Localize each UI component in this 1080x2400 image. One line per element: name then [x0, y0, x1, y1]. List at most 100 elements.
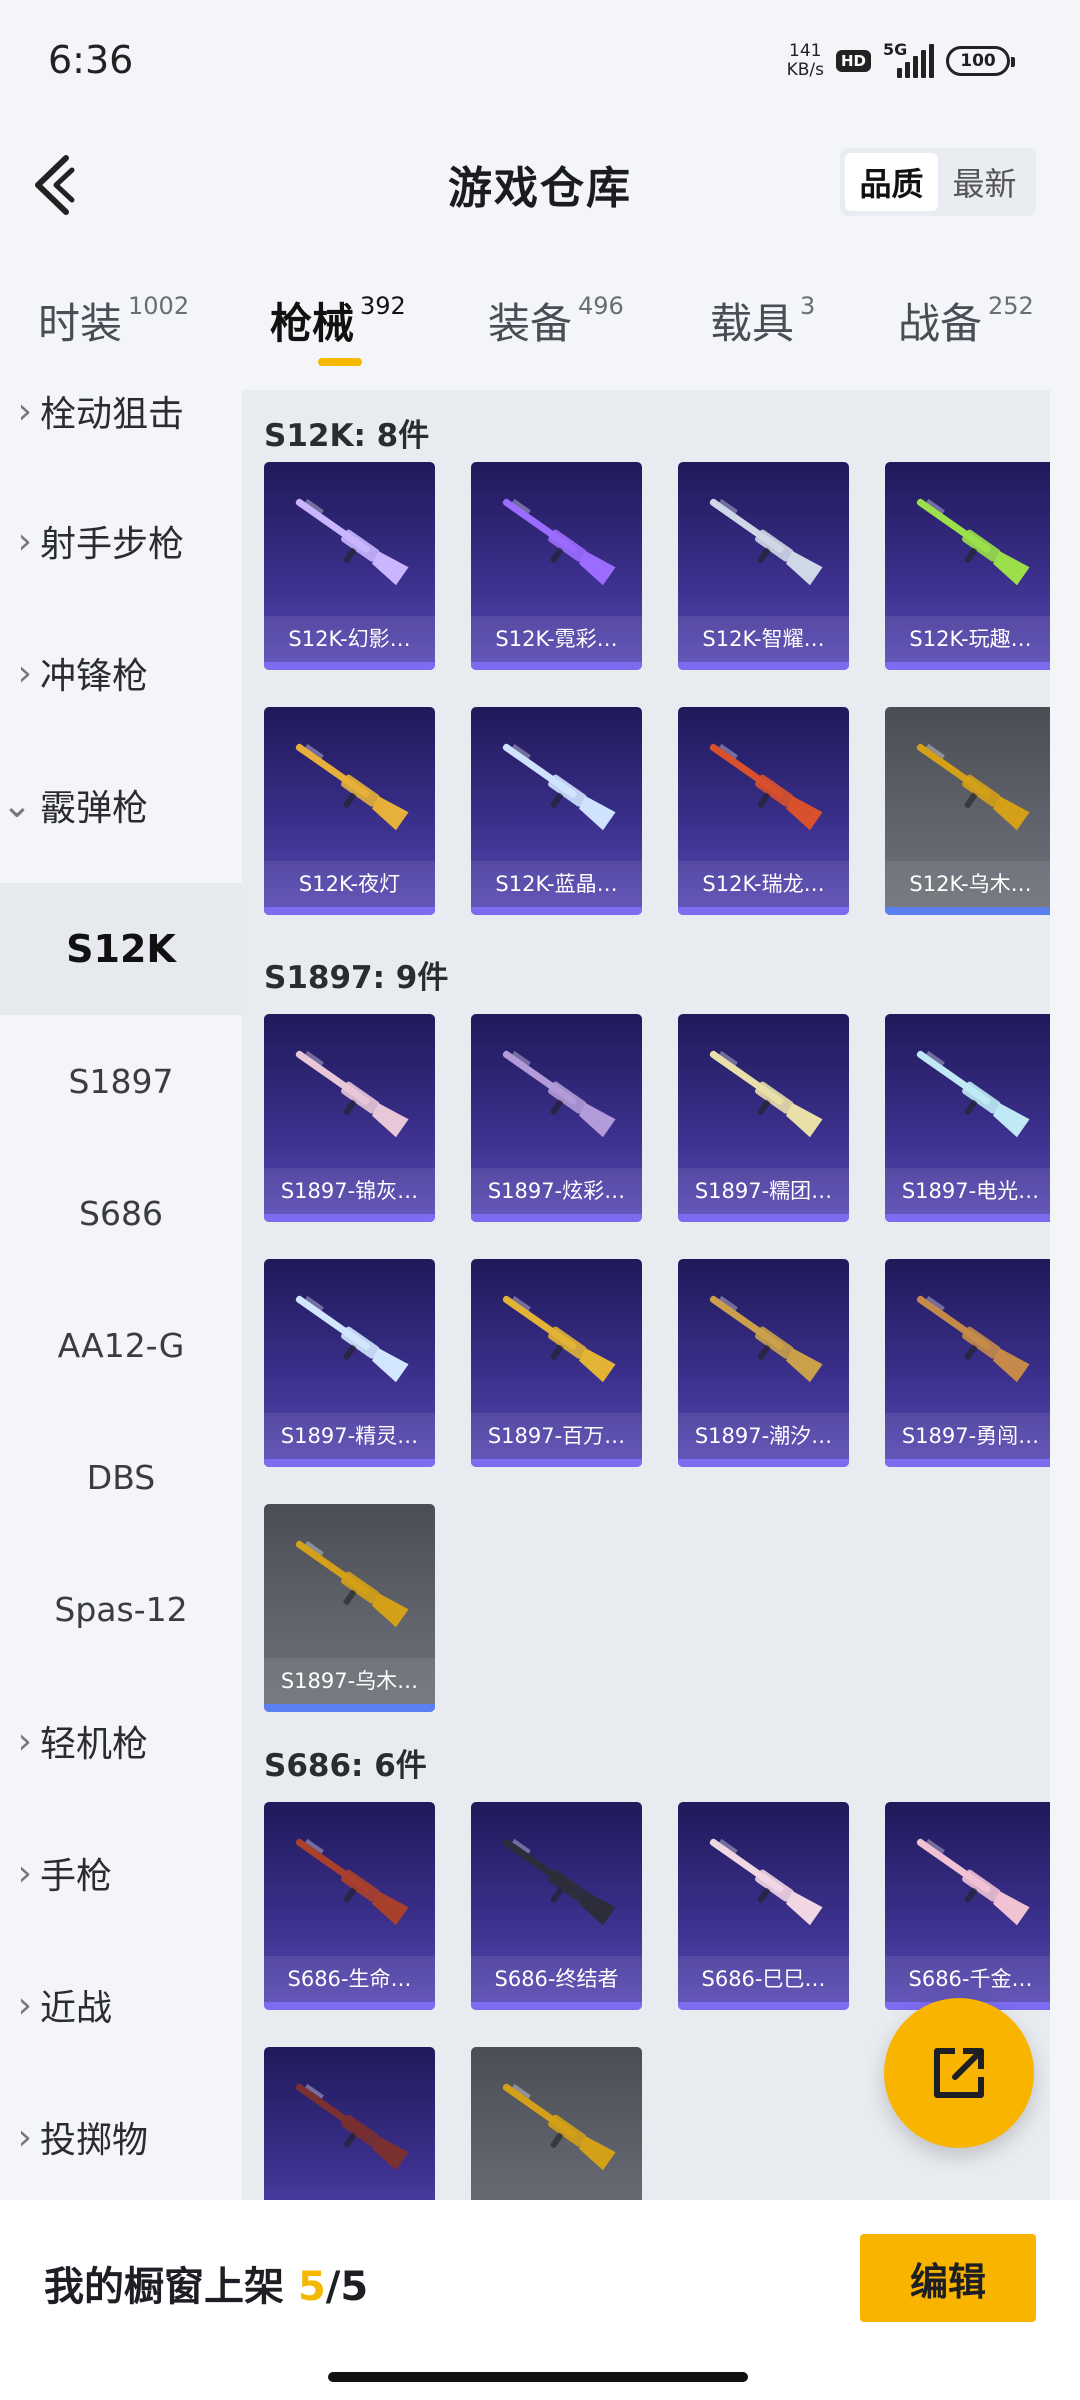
shotgun-icon: [709, 1050, 823, 1138]
weapon-card[interactable]: S12K-瑞龙…: [678, 707, 849, 915]
sidebar-subitem-s686[interactable]: S686: [0, 1147, 242, 1279]
weapon-card[interactable]: S12K-蓝晶…: [471, 707, 642, 915]
sidebar-item-marksman-rifle[interactable]: › 射手步枪: [0, 475, 242, 607]
bottom-bar: 我的橱窗上架 5/5 编辑: [0, 2200, 1080, 2400]
shotgun-icon: [295, 2083, 409, 2171]
weapon-card[interactable]: S1897-炫彩…: [471, 1014, 642, 1222]
chevron-right-icon: ›: [17, 390, 32, 432]
section-title-s686: S686: 6件: [264, 1748, 427, 1784]
weapon-card[interactable]: S1897-电光…: [885, 1014, 1050, 1222]
status-icons: 141 KB/s HD 5G 100: [787, 40, 1015, 80]
chevron-right-icon: ›: [17, 1984, 32, 2026]
sort-toggle[interactable]: 品质 最新: [840, 148, 1036, 216]
sidebar: › 栓动狙击 › 射手步枪 › 冲锋枪 ⌄ 霰弹枪 S12K S1897 S68…: [0, 375, 242, 2200]
weapon-card[interactable]: S686-生命…: [264, 1802, 435, 2010]
weapon-card[interactable]: S1897-乌木…: [264, 1504, 435, 1712]
weapon-name: S1897-电光…: [885, 1168, 1050, 1214]
weapon-card[interactable]: S12K-霓彩…: [471, 462, 642, 670]
weapon-name: S1897-百万…: [471, 1413, 642, 1459]
weapon-card[interactable]: S1897-糯团…: [678, 1014, 849, 1222]
rarity-bar: [471, 1214, 642, 1222]
tab-equipment[interactable]: 装备 496: [488, 290, 624, 351]
weapon-card[interactable]: S1897-锦灰…: [264, 1014, 435, 1222]
chevron-right-icon: ›: [17, 1852, 32, 1894]
weapon-card[interactable]: [264, 2047, 435, 2200]
sidebar-item-melee[interactable]: › 近战: [0, 1939, 242, 2071]
shotgun-icon: [295, 743, 409, 831]
sidebar-subitem-aa12g[interactable]: AA12-G: [0, 1279, 242, 1411]
showcase-status: 我的橱窗上架 5/5: [44, 2264, 369, 2310]
weapon-card[interactable]: S1897-百万…: [471, 1259, 642, 1467]
sidebar-subitem-s12k[interactable]: S12K: [0, 883, 242, 1015]
section-title-s12k: S12K: 8件: [264, 418, 430, 454]
weapon-name: S12K-霓彩…: [471, 616, 642, 662]
rarity-bar: [264, 1214, 435, 1222]
shotgun-icon: [709, 1838, 823, 1926]
sidebar-subitem-dbs[interactable]: DBS: [0, 1411, 242, 1543]
weapon-name: S1897-锦灰…: [264, 1168, 435, 1214]
signal-icon: 5G: [883, 40, 934, 78]
weapon-card[interactable]: S686-终结者: [471, 1802, 642, 2010]
sidebar-item-smg[interactable]: › 冲锋枪: [0, 607, 242, 739]
weapon-name: S12K-乌木…: [885, 861, 1050, 907]
shotgun-icon: [916, 1050, 1030, 1138]
shotgun-icon: [295, 498, 409, 586]
rarity-bar: [471, 2002, 642, 2010]
tab-supplies[interactable]: 战备 252: [898, 290, 1034, 351]
weapon-name: S686-生命…: [264, 1956, 435, 2002]
chevron-right-icon: ›: [17, 520, 32, 562]
rarity-bar: [471, 907, 642, 915]
weapon-card[interactable]: S12K-智耀…: [678, 462, 849, 670]
weapon-name: S686-千金…: [885, 1956, 1050, 2002]
rarity-bar: [885, 907, 1050, 915]
shotgun-icon: [295, 1540, 409, 1628]
weapon-name: S12K-智耀…: [678, 616, 849, 662]
rarity-bar: [471, 1459, 642, 1467]
shotgun-icon: [709, 1295, 823, 1383]
sidebar-subitem-spas12[interactable]: Spas-12: [0, 1543, 242, 1675]
weapon-card[interactable]: S686-巳巳…: [678, 1802, 849, 2010]
rarity-bar: [885, 1459, 1050, 1467]
shotgun-icon: [916, 743, 1030, 831]
sidebar-item-lmg[interactable]: › 轻机枪: [0, 1675, 242, 1807]
rarity-bar: [471, 662, 642, 670]
chevron-down-icon: ⌄: [1, 784, 32, 826]
shotgun-icon: [916, 1295, 1030, 1383]
weapon-card[interactable]: [471, 2047, 642, 2200]
sidebar-item-throwable[interactable]: › 投掷物: [0, 2071, 242, 2200]
shotgun-icon: [709, 743, 823, 831]
shotgun-icon: [916, 498, 1030, 586]
battery-icon: 100: [946, 46, 1015, 76]
sort-option-quality[interactable]: 品质: [845, 153, 938, 211]
weapon-card[interactable]: S12K-玩趣…: [885, 462, 1050, 670]
edit-button[interactable]: 编辑: [860, 2234, 1036, 2322]
tab-vehicles[interactable]: 载具 3: [710, 290, 815, 351]
sidebar-item-pistol[interactable]: › 手枪: [0, 1807, 242, 1939]
sidebar-item-shotgun[interactable]: ⌄ 霰弹枪: [0, 739, 242, 871]
share-button[interactable]: [884, 1998, 1034, 2148]
weapon-name: S686-终结者: [471, 1956, 642, 2002]
sort-option-newest[interactable]: 最新: [938, 153, 1031, 211]
weapon-card[interactable]: S686-千金…: [885, 1802, 1050, 2010]
weapon-name: S1897-糯团…: [678, 1168, 849, 1214]
tab-firearms[interactable]: 枪械 392: [270, 290, 406, 351]
weapon-name: S686-巳巳…: [678, 1956, 849, 2002]
home-indicator[interactable]: [328, 2372, 748, 2382]
chevron-right-icon: ›: [17, 652, 32, 694]
tab-fashion[interactable]: 时装 1002: [38, 290, 189, 351]
header: 游戏仓库 品质 最新: [0, 130, 1080, 240]
shotgun-icon: [295, 1838, 409, 1926]
rarity-bar: [678, 662, 849, 670]
weapon-card[interactable]: S12K-夜灯: [264, 707, 435, 915]
weapon-name: S1897-乌木…: [264, 1658, 435, 1704]
shotgun-icon: [502, 498, 616, 586]
weapon-name: S12K-夜灯: [264, 861, 435, 907]
weapon-card[interactable]: S1897-勇闯…: [885, 1259, 1050, 1467]
sidebar-subitem-s1897[interactable]: S1897: [0, 1015, 242, 1147]
sidebar-item-bolt-sniper[interactable]: › 栓动狙击: [0, 375, 242, 477]
weapon-card[interactable]: S12K-乌木…: [885, 707, 1050, 915]
share-icon: [934, 2048, 984, 2098]
weapon-card[interactable]: S1897-潮汐…: [678, 1259, 849, 1467]
weapon-card[interactable]: S1897-精灵…: [264, 1259, 435, 1467]
weapon-card[interactable]: S12K-幻影…: [264, 462, 435, 670]
